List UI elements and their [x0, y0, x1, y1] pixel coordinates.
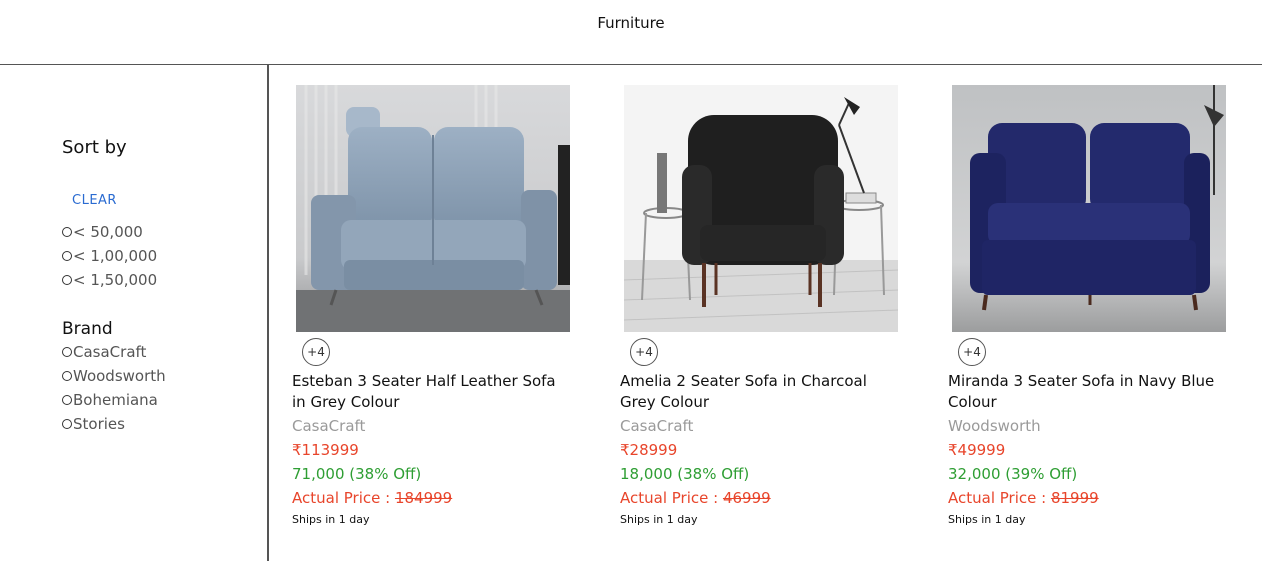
shipping-info: Ships in 1 day [948, 513, 1026, 526]
price-option-100000[interactable]: < 1,00,000 [62, 247, 157, 265]
actual-price: Actual Price : 184999 [292, 489, 452, 507]
product-brand: CasaCraft [620, 417, 694, 435]
clear-filters-button[interactable]: CLEAR [72, 193, 117, 208]
grey-sofa-image [296, 85, 570, 332]
brand-option-woodsworth[interactable]: Woodsworth [62, 367, 166, 385]
product-discount: 71,000 (38% Off) [292, 465, 422, 483]
product-discount: 18,000 (38% Off) [620, 465, 750, 483]
navy-sofa-image [952, 85, 1226, 332]
actual-price-label: Actual Price : [948, 489, 1051, 507]
radio-icon[interactable] [62, 227, 72, 237]
product-discount: 32,000 (39% Off) [948, 465, 1078, 483]
actual-price-label: Actual Price : [292, 489, 395, 507]
product-title[interactable]: Miranda 3 Seater Sofa in Navy Blue Colou… [948, 371, 1230, 413]
product-title[interactable]: Esteban 3 Seater Half Leather Sofa in Gr… [292, 371, 574, 413]
shipping-info: Ships in 1 day [620, 513, 698, 526]
brand-option-label: CasaCraft [73, 343, 147, 361]
more-images-badge[interactable]: +4 [958, 338, 986, 366]
radio-icon[interactable] [62, 419, 72, 429]
sort-heading: Sort by [62, 137, 127, 158]
product-price: ₹28999 [620, 441, 678, 459]
filter-sidebar: Sort by CLEAR < 50,000 < 1,00,000 < 1,50… [0, 65, 269, 561]
more-images-badge[interactable]: +4 [630, 338, 658, 366]
page: Furniture Sort by CLEAR < 50,000 < 1,00,… [0, 0, 1262, 561]
page-title: Furniture [597, 14, 665, 32]
product-image[interactable] [624, 85, 898, 332]
product-image[interactable] [296, 85, 570, 332]
product-price: ₹49999 [948, 441, 1006, 459]
radio-icon[interactable] [62, 347, 72, 357]
product-brand: CasaCraft [292, 417, 366, 435]
product-title[interactable]: Amelia 2 Seater Sofa in Charcoal Grey Co… [620, 371, 902, 413]
charcoal-sofa-image [624, 85, 898, 332]
product-brand: Woodsworth [948, 417, 1041, 435]
header: Furniture [0, 0, 1262, 65]
price-option-label: < 1,50,000 [73, 271, 158, 289]
more-images-badge[interactable]: +4 [302, 338, 330, 366]
brand-heading: Brand [62, 319, 113, 339]
actual-price-value: 46999 [722, 489, 771, 507]
actual-price: Actual Price : 81999 [948, 489, 1099, 507]
actual-price-value: 184999 [394, 489, 453, 507]
brand-option-label: Stories [73, 415, 125, 433]
actual-price-label: Actual Price : [620, 489, 723, 507]
product-price: ₹113999 [292, 441, 359, 459]
actual-price-value: 81999 [1050, 489, 1099, 507]
brand-option-stories[interactable]: Stories [62, 415, 125, 433]
radio-icon[interactable] [62, 395, 72, 405]
radio-icon[interactable] [62, 251, 72, 261]
price-option-label: < 1,00,000 [73, 247, 158, 265]
brand-option-casacraft[interactable]: CasaCraft [62, 343, 146, 361]
radio-icon[interactable] [62, 275, 72, 285]
brand-option-bohemiana[interactable]: Bohemiana [62, 391, 158, 409]
brand-option-label: Woodsworth [73, 367, 166, 385]
product-image[interactable] [952, 85, 1226, 332]
price-option-label: < 50,000 [73, 223, 143, 241]
radio-icon[interactable] [62, 371, 72, 381]
actual-price: Actual Price : 46999 [620, 489, 771, 507]
price-option-150000[interactable]: < 1,50,000 [62, 271, 157, 289]
shipping-info: Ships in 1 day [292, 513, 370, 526]
price-option-50000[interactable]: < 50,000 [62, 223, 143, 241]
brand-option-label: Bohemiana [73, 391, 158, 409]
